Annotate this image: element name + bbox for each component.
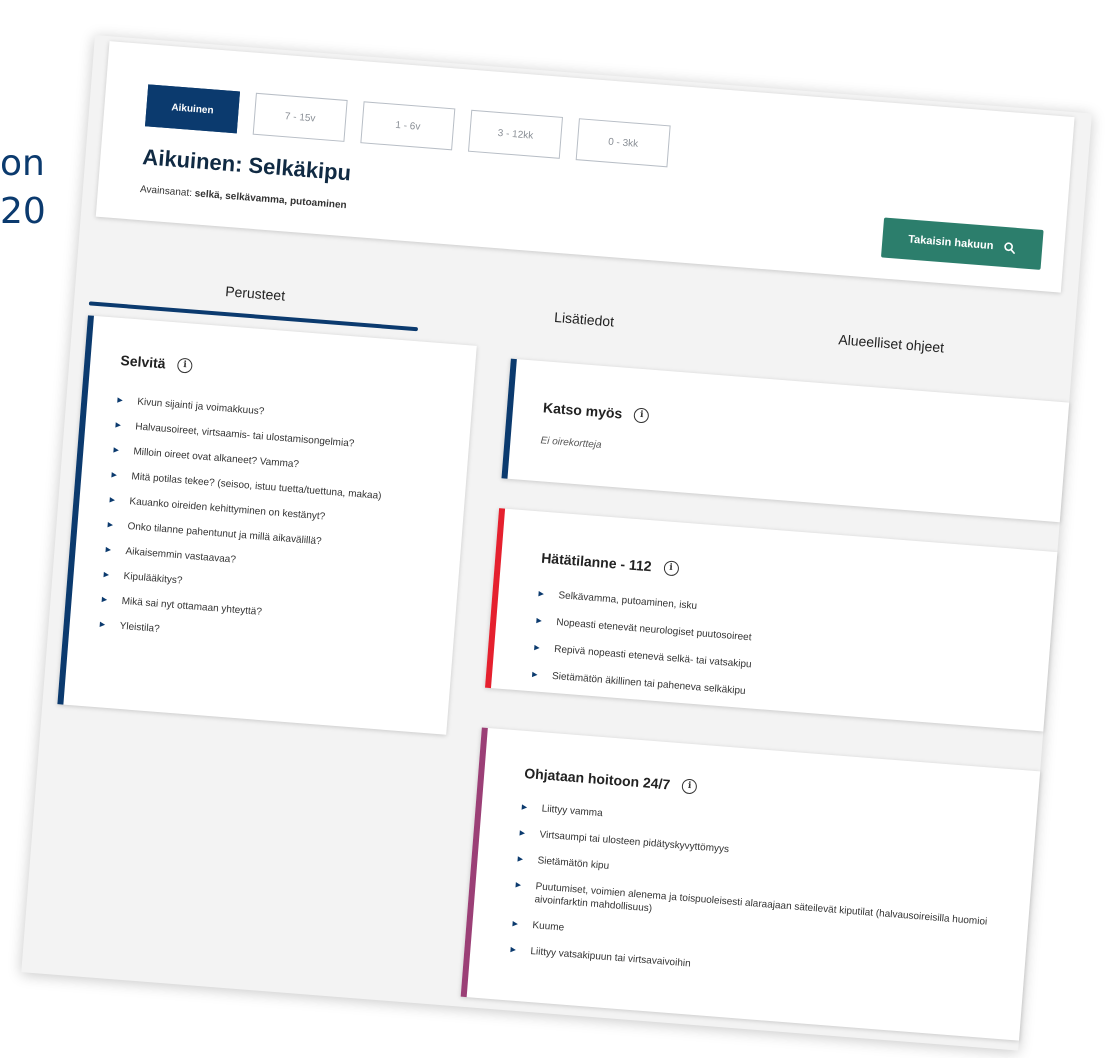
card-title-text: Katso myös xyxy=(542,399,623,422)
list-item-text: Kuume xyxy=(532,920,565,934)
bullet-icon: ▶ xyxy=(111,471,118,480)
list-item-text: Sietämätön kipu xyxy=(537,855,610,872)
bullet-icon: ▶ xyxy=(113,446,120,455)
app-screenshot: Aikuinen 7 - 15v 1 - 6v 3 - 12kk 0 - 3kk… xyxy=(21,35,1092,1051)
header-card: Aikuinen 7 - 15v 1 - 6v 3 - 12kk 0 - 3kk… xyxy=(95,41,1075,293)
age-tab-aikuinen[interactable]: Aikuinen xyxy=(144,84,241,134)
background-text-line: 20 xyxy=(0,191,46,232)
card-katso-myos: Katso myös i Ei oirekortteja xyxy=(501,358,1070,523)
list-item-text: Repivä nopeasti etenevä selkä- tai vatsa… xyxy=(553,643,752,671)
tab-alueelliset-ohjeet[interactable]: Alueelliset ohjeet xyxy=(725,306,1058,382)
age-tab-0-3kk[interactable]: 0 - 3kk xyxy=(575,118,671,168)
bullet-icon: ▶ xyxy=(536,617,543,625)
bullet-icon: ▶ xyxy=(512,920,519,928)
card-title-text: Selvitä xyxy=(119,352,167,372)
list-item-text: Liittyy vatsakipuun tai virtsavaivoihin xyxy=(530,946,692,970)
background-text-line: on xyxy=(0,143,45,184)
list-item-text: Halvausoireet, virtsaamis- tai ulostamis… xyxy=(134,421,355,450)
bullet-icon: ▶ xyxy=(115,421,122,430)
keywords-label: Avainsanat: xyxy=(139,184,193,200)
search-icon xyxy=(1004,241,1016,254)
list-item-text: Milloin oireet ovat alkaneet? Vamma? xyxy=(132,446,300,471)
list-item-text: Kipulääkitys? xyxy=(123,570,183,587)
info-icon[interactable]: i xyxy=(176,357,194,374)
bullet-icon: ▶ xyxy=(117,396,124,405)
list-item-text: Aikaisemmin vastaavaa? xyxy=(125,546,237,566)
card-title-text: Ohjataan hoitoon 24/7 xyxy=(523,764,671,793)
keywords: Avainsanat: selkä, selkävamma, putoamine… xyxy=(140,184,347,211)
bullet-icon: ▶ xyxy=(109,496,116,504)
age-tab-3-12kk[interactable]: 3 - 12kk xyxy=(467,109,564,159)
bullet-icon: ▶ xyxy=(519,829,526,838)
back-button-label: Takaisin hakuun xyxy=(907,233,994,253)
list-item-text: Selkävamma, putoaminen, isku xyxy=(558,590,698,612)
selvita-list: ▶ Kivun sijainti ja voimakkuus? ▶ Halvauso… xyxy=(99,394,441,657)
age-tab-1-6v[interactable]: 1 - 6v xyxy=(360,101,456,151)
list-item-text: Kivun sijainti ja voimakkuus? xyxy=(136,396,265,418)
card-ohjataan-hoitoon: Ohjataan hoitoon 24/7 i ▶ Liittyy vamma ▶… xyxy=(460,727,1041,1041)
list-item-text: Nopeasti etenevät neurologiset puutosoir… xyxy=(555,617,752,644)
list-item-text: Sietämätön äkillinen tai paheneva selkäk… xyxy=(551,670,746,698)
card-selvita: Selvitä i ▶ Kivun sijainti ja voimakkuus?… xyxy=(57,315,477,735)
bullet-icon: ▶ xyxy=(533,644,540,652)
info-icon[interactable]: i xyxy=(681,777,698,795)
bullet-icon: ▶ xyxy=(538,590,545,598)
bullet-icon: ▶ xyxy=(103,571,110,579)
bullet-icon: ▶ xyxy=(105,546,112,554)
age-tab-7-15v[interactable]: 7 - 15v xyxy=(252,92,348,142)
card-title: Selvitä i xyxy=(120,352,444,393)
info-icon[interactable]: i xyxy=(633,407,650,424)
bullet-icon: ▶ xyxy=(521,803,528,812)
list-item-text: Virtsaumpi tai ulosteen pidätyskyvyttömy… xyxy=(539,829,730,856)
bullet-icon: ▶ xyxy=(101,596,108,604)
bullet-icon: ▶ xyxy=(107,521,114,529)
bullet-icon: ▶ xyxy=(515,881,522,890)
list-item-text: Yleistila? xyxy=(119,620,161,635)
bullet-icon: ▶ xyxy=(517,855,524,864)
bullet-icon: ▶ xyxy=(99,621,106,629)
background-slide-text: on 20 xyxy=(0,140,46,236)
keywords-value: selkä, selkävamma, putoaminen xyxy=(194,188,347,212)
list-item-text: Liittyy vamma xyxy=(541,803,604,820)
list-item-text: Onko tilanne pahentunut ja millä aikaväl… xyxy=(127,521,322,548)
hatatilanne-list: ▶ Selkävamma, putoaminen, isku ▶ Nopeasti … xyxy=(532,588,1012,719)
back-to-search-button[interactable]: Takaisin hakuun xyxy=(880,217,1044,270)
card-title-text: Hätätilanne - 112 xyxy=(540,549,653,575)
card-hatatilanne: Hätätilanne - 112 i ▶ Selkävamma, putoami… xyxy=(484,508,1058,732)
list-item-text: Kauanko oireiden kehittyminen on kestäny… xyxy=(129,496,326,523)
page-title: Aikuinen: Selkäkipu xyxy=(141,144,353,186)
info-icon[interactable]: i xyxy=(662,559,680,576)
ohjataan-list: ▶ Liittyy vamma ▶ Virtsaumpi tai ulosteen … xyxy=(510,801,995,994)
bullet-icon: ▶ xyxy=(531,671,538,679)
list-item-text: Mikä sai nyt ottamaan yhteyttä? xyxy=(121,595,263,618)
bullet-icon: ▶ xyxy=(510,946,517,954)
